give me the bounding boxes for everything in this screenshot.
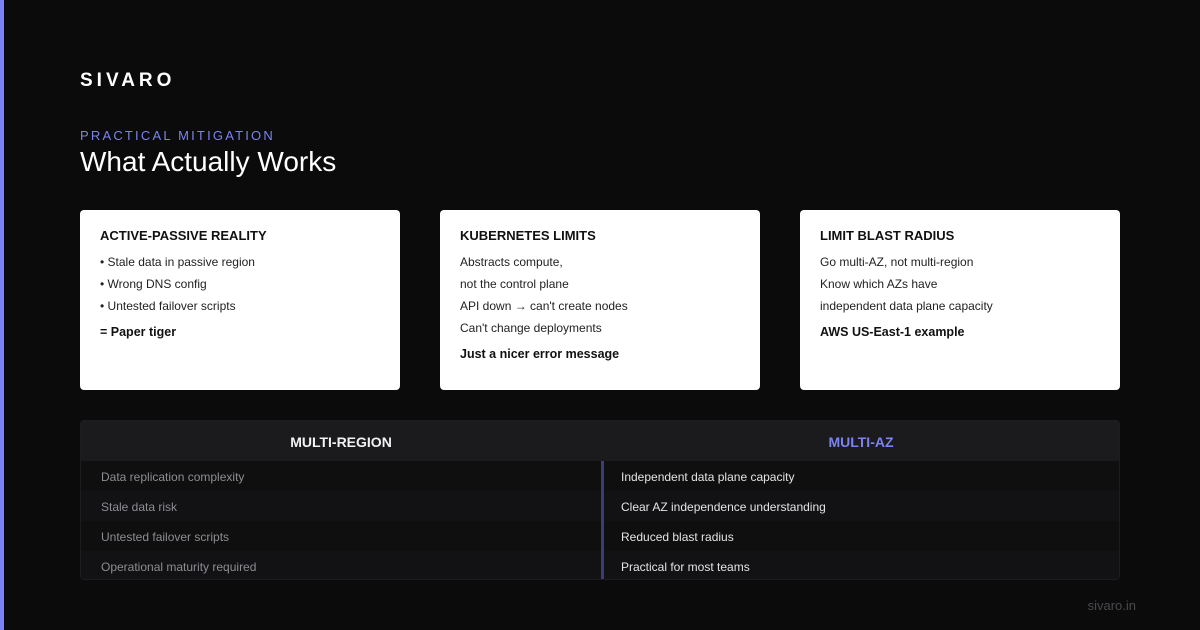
table-row: Stale data risk — [81, 491, 601, 521]
card-line: Know which AZs have — [820, 277, 938, 291]
card-line: Abstracts compute, — [460, 255, 563, 269]
comparison-table: MULTI-REGION Data replication complexity… — [80, 420, 1120, 580]
table-row: Clear AZ independence understanding — [604, 491, 1119, 521]
card-line: independent data plane capacity — [820, 299, 993, 313]
card-active-passive: ACTIVE-PASSIVE REALITY • Stale data in p… — [80, 210, 400, 390]
table-row: Operational maturity required — [81, 551, 601, 579]
card-line: Can't change deployments — [460, 321, 602, 335]
multi-region-column: MULTI-REGION Data replication complexity… — [81, 421, 601, 579]
multi-region-rows: Data replication complexity Stale data r… — [81, 461, 601, 579]
accent-bar — [0, 0, 4, 630]
multi-az-column: MULTI-AZ Independent data plane capacity… — [601, 421, 1119, 579]
card-conclusion: Just a nicer error message — [460, 347, 620, 361]
card-conclusion: = Paper tiger — [100, 325, 177, 339]
card-line: • Stale data in passive region — [100, 255, 255, 269]
page-title: What Actually Works — [80, 146, 337, 177]
card-limit-blast-radius: LIMIT BLAST RADIUS Go multi-AZ, not mult… — [800, 210, 1120, 390]
card-line: API down → can't create nodes — [460, 299, 628, 313]
section-eyebrow: PRACTICAL MITIGATION — [80, 128, 275, 143]
column-header-multi-region: MULTI-REGION — [81, 421, 601, 461]
card-line: • Wrong DNS config — [100, 277, 207, 291]
multi-az-rows: Independent data plane capacity Clear AZ… — [601, 461, 1119, 579]
card-line: not the control plane — [460, 277, 569, 291]
table-row: Practical for most teams — [604, 551, 1119, 579]
card-line: • Untested failover scripts — [100, 299, 236, 313]
card-title: KUBERNETES LIMITS — [460, 228, 596, 243]
table-row: Untested failover scripts — [81, 521, 601, 551]
table-row: Data replication complexity — [81, 461, 601, 491]
table-row: Reduced blast radius — [604, 521, 1119, 551]
card-title: LIMIT BLAST RADIUS — [820, 228, 955, 243]
footer-url: sivaro.in — [1087, 598, 1136, 613]
card-title: ACTIVE-PASSIVE REALITY — [100, 228, 267, 243]
column-header-multi-az: MULTI-AZ — [601, 421, 1119, 461]
card-line: Go multi-AZ, not multi-region — [820, 255, 974, 269]
brand-logo: SIVARO — [80, 70, 176, 91]
card-conclusion: AWS US-East-1 example — [820, 325, 965, 339]
card-kubernetes-limits: KUBERNETES LIMITS Abstracts compute, not… — [440, 210, 760, 390]
table-row: Independent data plane capacity — [604, 461, 1119, 491]
